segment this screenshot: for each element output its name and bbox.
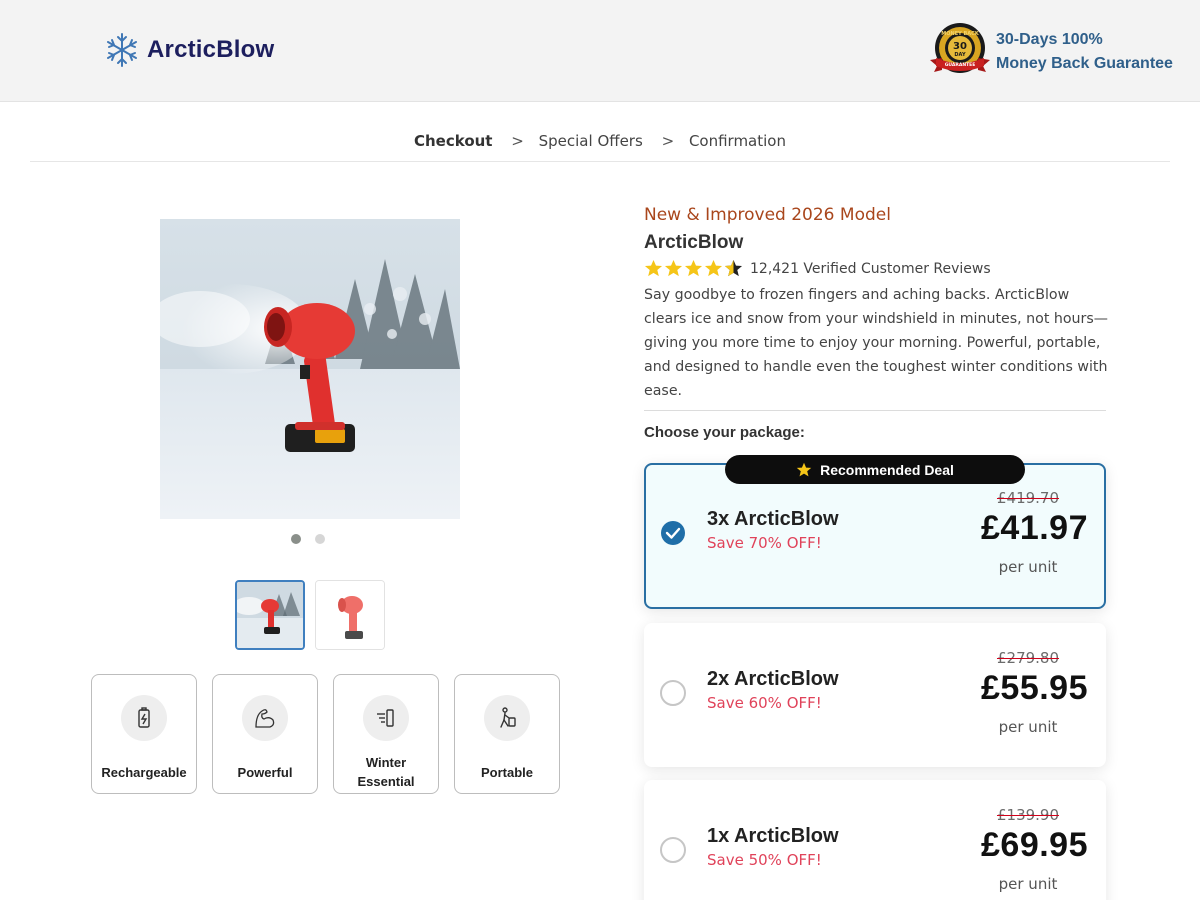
product-name: ArcticBlow xyxy=(644,232,744,253)
rating-row: 12,421 Verified Customer Reviews xyxy=(644,259,991,278)
carousel-dot-1[interactable] xyxy=(291,534,301,544)
feature-portable: Portable xyxy=(454,674,560,794)
thumbnail-2[interactable] xyxy=(315,580,385,650)
guarantee-text: 30-Days 100% Money Back Guarantee xyxy=(996,28,1173,76)
package-option-2x[interactable]: 2x ArcticBlow Save 60% OFF! £279.80 £55.… xyxy=(644,623,1106,767)
package-price: £69.95 xyxy=(981,826,1088,864)
carousel-dot-2[interactable] xyxy=(315,534,325,544)
guarantee-block: MONEY BACK 30 DAY GUARANTEE 30-Days 100%… xyxy=(928,22,1173,82)
package-title: 2x ArcticBlow xyxy=(707,668,839,690)
thumbnail-photo-snow xyxy=(237,582,303,648)
package-savings: Save 70% OFF! xyxy=(707,534,822,552)
package-option-1x[interactable]: 1x ArcticBlow Save 50% OFF! £139.90 £69.… xyxy=(644,780,1106,900)
package-price: £41.97 xyxy=(981,509,1088,547)
snow-blower-photo xyxy=(160,219,460,519)
brand-name: ArcticBlow xyxy=(147,36,275,63)
section-divider xyxy=(644,410,1106,411)
star-icon xyxy=(684,259,703,277)
windshield-wiper-icon xyxy=(363,695,409,741)
seal-number: 30 xyxy=(953,41,967,52)
feature-label: Portable xyxy=(480,765,533,780)
package-savings: Save 50% OFF! xyxy=(707,851,822,869)
half-star-icon xyxy=(724,259,743,277)
radio-checked-icon[interactable] xyxy=(660,520,686,546)
package-unit-label: per unit xyxy=(998,875,1058,893)
package-unit-label: per unit xyxy=(998,558,1058,576)
package-old-price: £419.70 xyxy=(996,489,1060,507)
thumbnail-photo-product xyxy=(316,581,384,649)
feature-label: Rechargeable xyxy=(101,765,187,780)
product-main-image[interactable] xyxy=(160,219,460,519)
breadcrumb-divider xyxy=(30,161,1170,162)
breadcrumb-confirmation[interactable]: Confirmation xyxy=(689,132,786,150)
product-description: Say goodbye to frozen fingers and aching… xyxy=(644,287,1108,399)
brand-logo[interactable]: ArcticBlow xyxy=(104,32,274,68)
package-old-price: £279.80 xyxy=(996,649,1060,667)
package-savings: Save 60% OFF! xyxy=(707,694,822,712)
review-count[interactable]: 12,421 Verified Customer Reviews xyxy=(750,261,991,277)
breadcrumb-checkout[interactable]: Checkout xyxy=(414,132,492,150)
star-icon xyxy=(704,259,723,277)
breadcrumb-separator: > xyxy=(511,132,524,150)
feature-powerful: Powerful xyxy=(212,674,318,794)
star-icon xyxy=(664,259,683,277)
feature-winter-essential: Winter Essential xyxy=(333,674,439,794)
radio-unchecked-icon[interactable] xyxy=(660,680,686,706)
carousel-dots xyxy=(291,534,325,544)
star-icon xyxy=(796,462,812,476)
package-option-3x[interactable]: 3x ArcticBlow Save 70% OFF! £419.70 £41.… xyxy=(644,463,1106,609)
breadcrumb-special-offers[interactable]: Special Offers xyxy=(539,132,643,150)
recommended-deal-text: Recommended Deal xyxy=(820,461,954,478)
package-old-price: £139.90 xyxy=(996,806,1060,824)
recommended-deal-badge: Recommended Deal xyxy=(725,455,1025,484)
walking-person-icon xyxy=(484,695,530,741)
snowflake-icon xyxy=(107,33,137,67)
choose-package-label: Choose your package: xyxy=(644,424,805,441)
feature-label: Powerful xyxy=(237,765,293,780)
package-price: £55.95 xyxy=(981,669,1088,707)
package-title: 1x ArcticBlow xyxy=(707,825,839,847)
thumbnail-1[interactable] xyxy=(235,580,305,650)
guarantee-seal-icon: MONEY BACK 30 DAY GUARANTEE xyxy=(930,23,990,73)
seal-day: DAY xyxy=(954,52,966,58)
feature-label: Winter Essential xyxy=(357,755,415,789)
guarantee-line-1: 30-Days 100% xyxy=(996,31,1103,48)
package-title: 3x ArcticBlow xyxy=(707,508,839,530)
product-kicker: New & Improved 2026 Model xyxy=(644,205,891,225)
breadcrumb: Checkout > Special Offers > Confirmation xyxy=(0,132,1200,150)
guarantee-line-2: Money Back Guarantee xyxy=(996,55,1173,72)
package-unit-label: per unit xyxy=(998,718,1058,736)
seal-ribbon-text: GUARANTEE xyxy=(945,62,976,68)
feature-rechargeable: Rechargeable xyxy=(91,674,197,794)
seal-top-text: MONEY BACK xyxy=(941,31,980,37)
site-header: ArcticBlow MONEY BACK 30 DAY GUARANTEE 3… xyxy=(0,0,1200,102)
star-icon xyxy=(644,259,663,277)
battery-icon xyxy=(121,695,167,741)
breadcrumb-separator: > xyxy=(661,132,675,150)
radio-unchecked-icon[interactable] xyxy=(660,837,686,863)
flexed-arm-icon xyxy=(242,695,288,741)
